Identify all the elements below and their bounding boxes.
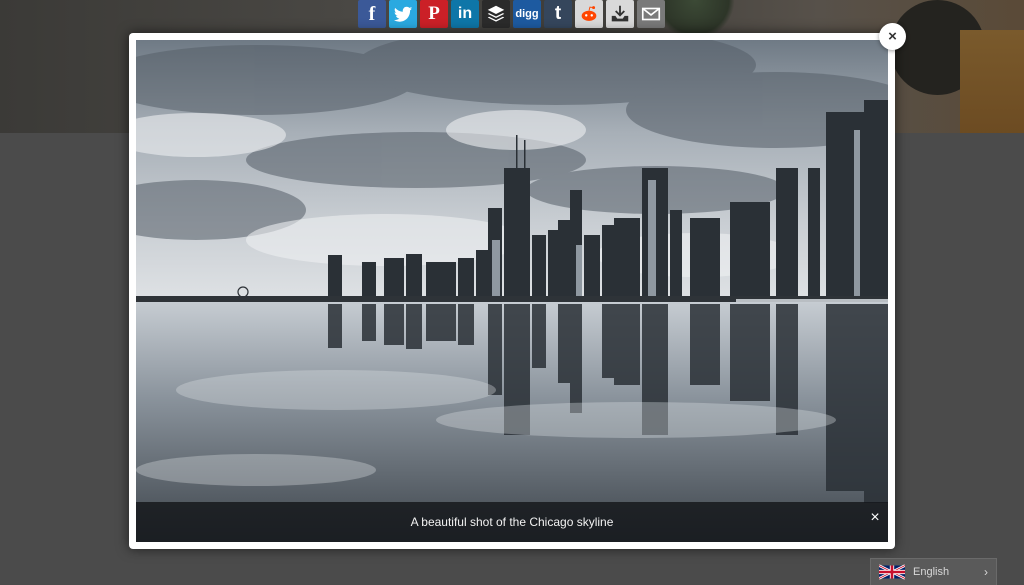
image-lightbox: A beautiful shot of the Chicago skyline … xyxy=(129,33,895,549)
language-label: English xyxy=(913,566,950,578)
twitter-share-button[interactable] xyxy=(389,0,417,28)
linkedin-icon: in xyxy=(457,5,473,22)
facebook-icon: f xyxy=(368,2,376,25)
digg-icon: digg xyxy=(515,8,539,20)
pinterest-icon: P xyxy=(428,3,440,24)
lightbox-close-button[interactable]: × xyxy=(879,23,906,50)
download-share-button[interactable] xyxy=(606,0,634,28)
lightbox-image xyxy=(136,40,888,542)
email-icon xyxy=(641,7,661,21)
close-icon: × xyxy=(888,28,897,45)
chevron-right-icon: › xyxy=(984,565,988,579)
download-icon xyxy=(611,5,629,22)
caption-close-icon[interactable]: × xyxy=(866,509,884,527)
tumblr-icon: t xyxy=(554,3,562,24)
pinterest-share-button[interactable]: P xyxy=(420,0,448,28)
reddit-icon xyxy=(581,6,597,21)
share-bar: f P in digg t xyxy=(358,0,665,28)
digg-share-button[interactable]: digg xyxy=(513,0,541,28)
buffer-icon xyxy=(487,5,505,22)
reddit-share-button[interactable] xyxy=(575,0,603,28)
linkedin-share-button[interactable]: in xyxy=(451,0,479,28)
language-selector[interactable]: English › xyxy=(870,558,997,585)
facebook-share-button[interactable]: f xyxy=(358,0,386,28)
email-share-button[interactable] xyxy=(637,0,665,28)
twitter-icon xyxy=(393,6,413,22)
lightbox-caption: A beautiful shot of the Chicago skyline xyxy=(410,515,614,529)
lightbox-caption-bar: A beautiful shot of the Chicago skyline … xyxy=(136,502,888,542)
buffer-share-button[interactable] xyxy=(482,0,510,28)
header-decoration-right xyxy=(960,30,1024,135)
tumblr-share-button[interactable]: t xyxy=(544,0,572,28)
uk-flag-icon xyxy=(879,564,905,580)
